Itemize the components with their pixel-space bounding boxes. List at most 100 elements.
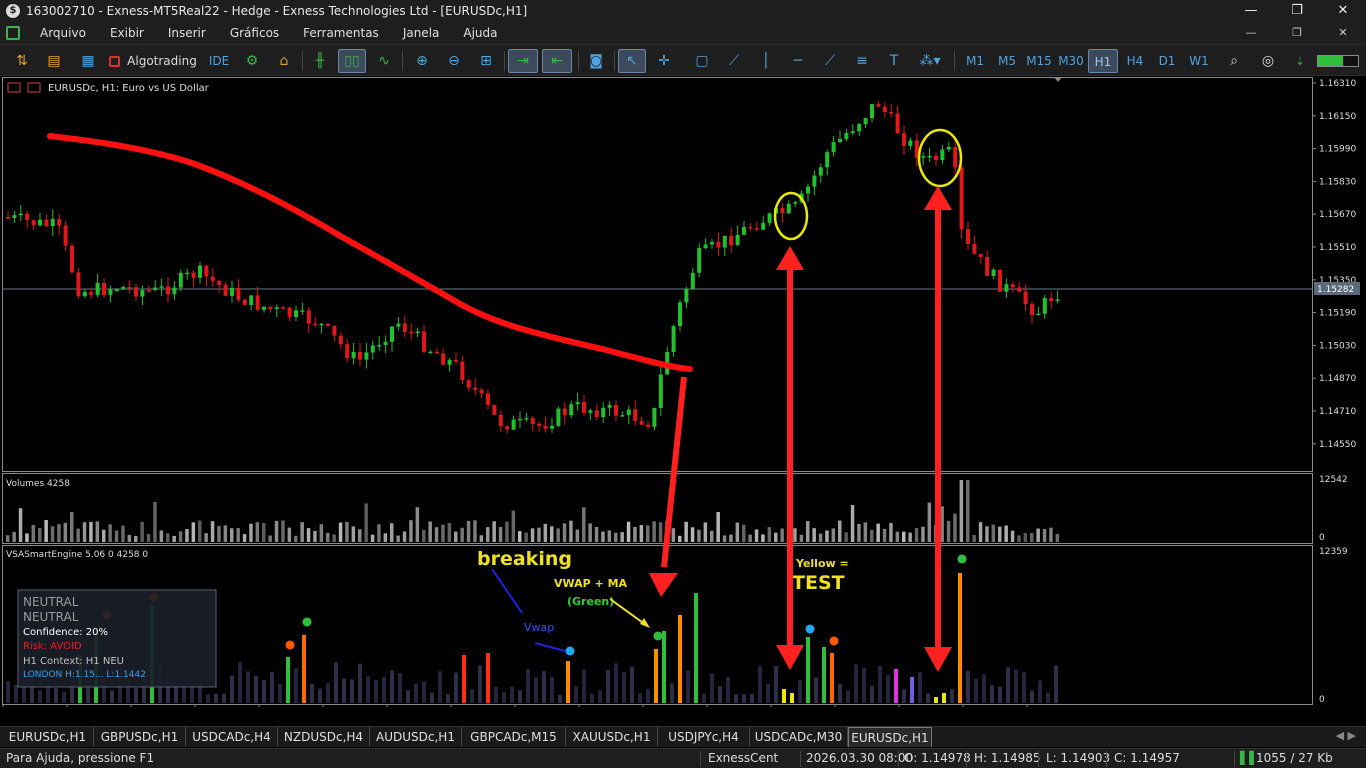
vsa-bar [790, 693, 794, 703]
child-maximize-button[interactable]: ❐ [1274, 22, 1320, 44]
chart-tab[interactable]: NZDUSDc,H4 [278, 727, 370, 747]
crosshair-icon[interactable]: ✛ [650, 49, 678, 73]
maximize-button[interactable]: ❐ [1274, 0, 1320, 22]
chart-tab[interactable]: EURUSDc,H1 [2, 727, 94, 747]
channel-icon[interactable]: ⟋ [816, 49, 844, 73]
trendline-icon[interactable]: ⟋ [720, 49, 748, 73]
tf-h4[interactable]: H4 [1120, 49, 1150, 73]
bar-chart-icon[interactable]: ╫ [306, 49, 334, 73]
algotrading-button[interactable]: Algotrading [108, 49, 198, 73]
chart-tab[interactable]: EURUSDc,H1 [848, 727, 932, 747]
tf-m15[interactable]: M15 [1024, 49, 1054, 73]
volume-bar [1017, 535, 1021, 542]
fibonacci-icon[interactable]: ≡ [848, 49, 876, 73]
candlestick-chart-icon[interactable]: ▯▯ [338, 49, 366, 73]
child-close-button[interactable]: ✕ [1320, 22, 1366, 44]
chart-area[interactable]: 1.16310 1.16150 1.15990 1.15830 1.15670 1.155… [2, 77, 1364, 707]
chart-tab[interactable]: USDJPYc,H4 [658, 727, 750, 747]
tf-m5[interactable]: M5 [992, 49, 1022, 73]
status-separator [1038, 751, 1039, 767]
menu-janela[interactable]: Janela [403, 26, 440, 40]
volume-bar [70, 511, 74, 542]
market-icon[interactable]: ⌂ [270, 49, 298, 73]
child-minimize-button[interactable]: — [1228, 22, 1274, 44]
auto-scroll-icon[interactable]: ⇥ [508, 49, 538, 73]
menu-inserir[interactable]: Inserir [168, 26, 206, 40]
volume-bar [332, 534, 336, 542]
menu-arquivo[interactable]: Arquivo [40, 26, 86, 40]
candle-body [127, 286, 132, 289]
market-watch-icon[interactable]: ▦ [74, 49, 102, 73]
chart-tab[interactable]: AUDUSDc,H1 [370, 727, 462, 747]
volume-bar [927, 502, 932, 542]
menu-exibir[interactable]: Exibir [110, 26, 144, 40]
shapes-menu-icon[interactable]: ⁂▾ [912, 49, 948, 73]
vsa-signal-dot [285, 640, 295, 650]
candle-body [198, 265, 202, 278]
tf-m1[interactable]: M1 [960, 49, 990, 73]
tf-w1[interactable]: W1 [1184, 49, 1214, 73]
menu-ajuda[interactable]: Ajuda [463, 26, 497, 40]
profile-name[interactable]: ExnessCent [708, 751, 778, 765]
candle-body [722, 235, 727, 248]
volume-bar [300, 522, 304, 542]
candle-body [172, 287, 177, 295]
new-order-icon[interactable]: ⇅ [8, 49, 36, 73]
candle-body [402, 323, 407, 333]
zoom-out-icon[interactable]: ⊖ [440, 49, 468, 73]
zoom-in-icon[interactable]: ⊕ [408, 49, 436, 73]
search-icon[interactable]: ⌕ [1220, 49, 1248, 73]
horizontal-line-icon[interactable]: ─ [784, 49, 812, 73]
chart-tab[interactable]: XAUUSDc,H1 [566, 727, 658, 747]
volume-bar [57, 524, 61, 542]
volume-bar [114, 530, 119, 542]
chart-tab[interactable]: GBPUSDc,H1 [94, 727, 186, 747]
candle-body [326, 323, 330, 326]
candle-body [780, 208, 785, 214]
tile-windows-icon[interactable]: ⊞ [472, 49, 500, 73]
chart-tab[interactable]: GBPCADc,M15 [462, 727, 566, 747]
chart-tab[interactable]: USDCADc,M30 [750, 727, 848, 747]
tf-m30[interactable]: M30 [1056, 49, 1086, 73]
text-tool-icon[interactable]: T [880, 49, 908, 73]
mt5-logo-icon [6, 26, 20, 40]
ide-button[interactable]: IDE [204, 49, 234, 73]
volume-bar [780, 528, 784, 542]
price-tick-label: 1.16310 [1319, 79, 1356, 89]
volume-bar [358, 529, 362, 542]
tf-d1[interactable]: D1 [1152, 49, 1182, 73]
tab-scroll-arrows-icon[interactable]: ◀ ▶ [1336, 729, 1356, 742]
volume-bar [230, 528, 234, 542]
menu-ferramentas[interactable]: Ferramentas [303, 26, 379, 40]
rectangle-tool-icon[interactable]: ▢ [688, 49, 716, 73]
vsa-bar [662, 631, 666, 703]
vsa-bar [510, 686, 514, 703]
strategy-tester-icon[interactable]: ⚙ [238, 49, 266, 73]
volume-bar [588, 523, 592, 542]
profiles-icon[interactable]: ▤ [40, 49, 68, 73]
volume-bar [607, 530, 612, 542]
volume-bar [63, 522, 68, 542]
vsa-signal-dot [957, 554, 967, 564]
vertical-line-icon[interactable]: │ [752, 49, 780, 73]
vsa-bar [238, 662, 242, 703]
candle-body [985, 256, 990, 277]
help-text: Para Ajuda, pressione F1 [6, 751, 155, 765]
tf-h1[interactable]: H1 [1088, 49, 1118, 73]
volume-bar [1049, 527, 1053, 542]
account-icon[interactable]: ◎ [1254, 49, 1282, 73]
chart-tab[interactable]: USDCADc,H4 [186, 727, 278, 747]
candle-body [838, 138, 842, 143]
volume-bar [223, 525, 228, 542]
volume-bar [582, 507, 586, 542]
cursor-icon[interactable]: ↖ [618, 49, 646, 73]
menu-graficos[interactable]: Gráficos [230, 26, 279, 40]
chart-shift-icon[interactable]: ⇤ [542, 49, 572, 73]
close-button[interactable]: ✕ [1320, 0, 1366, 22]
line-chart-icon[interactable]: ∿ [370, 49, 398, 73]
minimize-button[interactable]: — [1228, 0, 1274, 22]
screenshot-icon[interactable]: ◙ [582, 49, 610, 73]
candle-body [486, 393, 490, 405]
vwap-ma-label: VWAP + MA [554, 577, 628, 590]
volume-bar [953, 513, 957, 542]
